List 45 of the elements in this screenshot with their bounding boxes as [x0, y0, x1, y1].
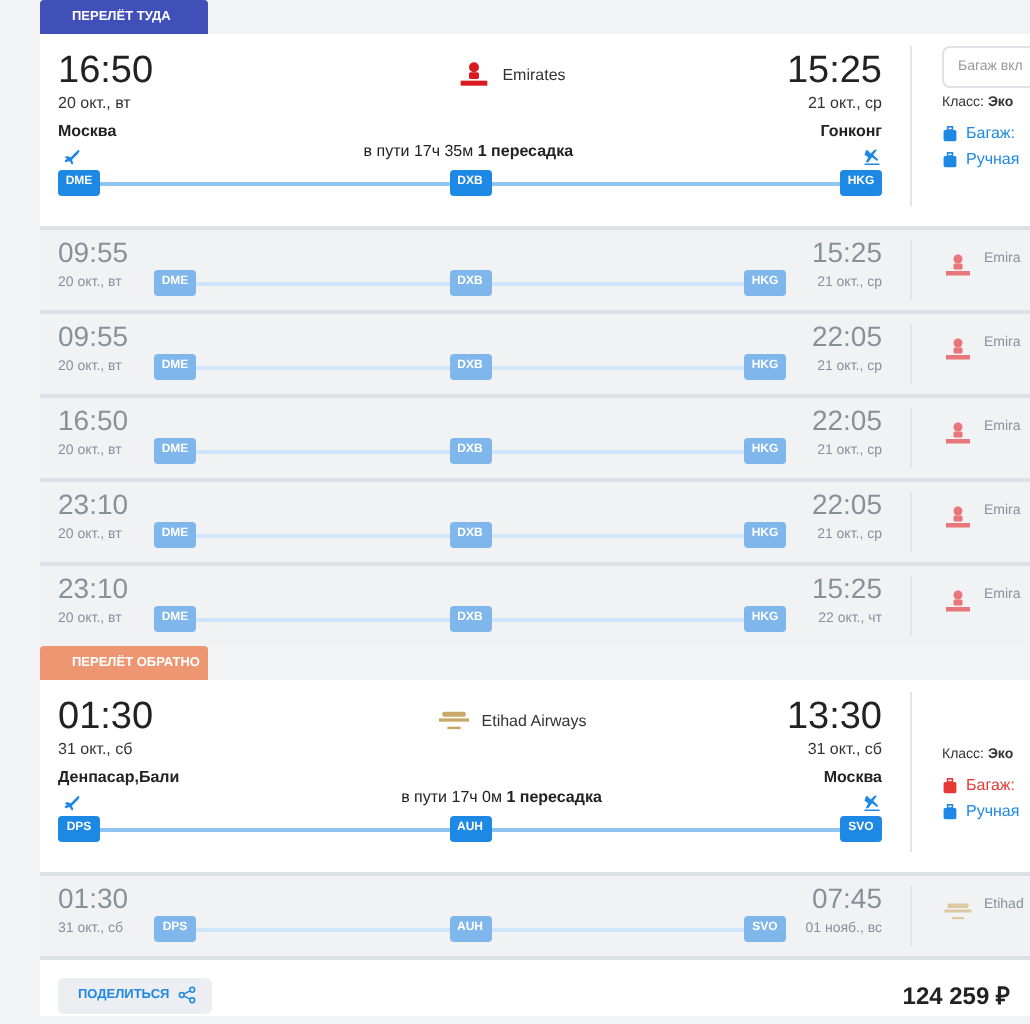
share-icon — [177, 986, 196, 1004]
airline-name: Etihad Airways — [481, 711, 587, 729]
arrival-city: Гонконг — [820, 122, 882, 140]
airline-logo-icon — [940, 336, 976, 362]
baggage-option[interactable]: Ручная — [966, 802, 1020, 820]
arrival-time: 22:05 — [811, 320, 882, 354]
arrival-time: 22:05 — [811, 404, 882, 438]
airline-logo-icon — [940, 252, 976, 278]
arrival-time: 22:05 — [811, 488, 882, 522]
arrival-date: 21 окт., ср — [807, 94, 882, 112]
departure-time: 23:10 — [58, 572, 131, 606]
airline-logo-icon — [940, 420, 976, 446]
baggage-option[interactable]: Ручная — [966, 150, 1020, 168]
airline-logo-icon — [433, 706, 474, 734]
airline-logo-icon — [940, 898, 976, 924]
arrival-time: 15:25 — [811, 236, 882, 270]
arrival-date: 31 окт., сб — [807, 740, 882, 758]
departure-date: 31 окт., сб — [58, 740, 135, 758]
departure-time: 09:55 — [58, 236, 131, 270]
departure-time: 23:10 — [58, 488, 131, 522]
departure-time: 16:50 — [58, 52, 154, 92]
arrival-time: 15:25 — [786, 52, 882, 92]
airline-name: Emirates — [502, 65, 566, 83]
departure-time: 16:50 — [58, 404, 131, 438]
airline-logo-icon — [940, 504, 976, 530]
total-price: 124 259 ₽ — [902, 980, 1010, 1012]
takeoff-icon — [62, 146, 82, 166]
departure-time: 01:30 — [58, 698, 154, 738]
takeoff-icon — [62, 792, 82, 812]
departure-city: Москва — [58, 122, 117, 140]
travel-duration: в пути 17ч 0м 1 пересадка — [401, 788, 602, 806]
arrival-time: 07:45 — [811, 882, 882, 916]
arrival-city: Москва — [823, 768, 882, 786]
departure-time: 01:30 — [58, 882, 131, 916]
landing-icon — [862, 146, 882, 166]
departure-date: 20 окт., вт — [58, 94, 133, 112]
baggage-option[interactable]: Багаж: — [966, 124, 1015, 142]
departure-city: Денпасар,Бали — [58, 768, 180, 786]
baggage-option[interactable]: Багаж: — [966, 776, 1015, 794]
arrival-time: 13:30 — [786, 698, 882, 738]
arrival-time: 15:25 — [811, 572, 882, 606]
airline-logo-icon — [940, 588, 976, 614]
travel-duration: в пути 17ч 35м 1 пересадка — [363, 142, 574, 160]
departure-time: 09:55 — [58, 320, 131, 354]
landing-icon — [862, 792, 882, 812]
